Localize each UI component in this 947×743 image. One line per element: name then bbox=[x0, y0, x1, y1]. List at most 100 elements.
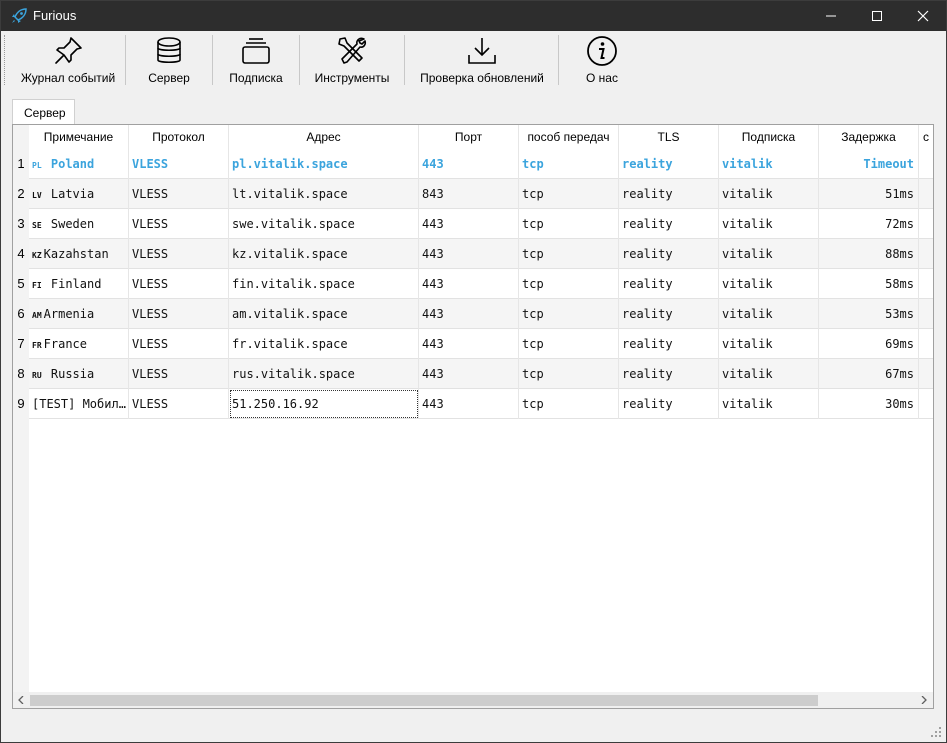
cell-tls[interactable]: reality bbox=[619, 209, 719, 239]
toolbar-button-event-log[interactable]: Журнал событий bbox=[13, 33, 123, 87]
cell-transport[interactable]: tcp bbox=[519, 329, 619, 359]
scroll-left-icon[interactable] bbox=[17, 696, 25, 704]
cell-note[interactable]: [TEST] Мобил… bbox=[29, 389, 129, 419]
resize-grip-icon[interactable] bbox=[930, 726, 942, 738]
cell-transport[interactable]: tcp bbox=[519, 389, 619, 419]
cell-address[interactable]: fin.vitalik.space bbox=[229, 269, 419, 299]
server-table[interactable]: Примечание Протокол Адрес Порт пособ пер… bbox=[12, 124, 934, 709]
cell-subscription[interactable]: vitalik bbox=[719, 149, 819, 179]
cell-tls[interactable]: reality bbox=[619, 389, 719, 419]
cell-note[interactable]: SE Sweden bbox=[29, 209, 129, 239]
column-header-tls[interactable]: TLS bbox=[619, 125, 719, 149]
row-number[interactable]: 6 bbox=[13, 299, 29, 329]
cell-tls[interactable]: reality bbox=[619, 299, 719, 329]
cell-protocol[interactable]: VLESS bbox=[129, 269, 229, 299]
cell-port[interactable]: 443 bbox=[419, 359, 519, 389]
table-row[interactable]: 8 RU Russia VLESS rus.vitalik.space 443 tcp re… bbox=[13, 359, 933, 389]
cell-port[interactable]: 843 bbox=[419, 179, 519, 209]
cell-protocol[interactable]: VLESS bbox=[129, 329, 229, 359]
table-row[interactable]: 4 KZ Kazahstan VLESS kz.vitalik.space 443 tcp r… bbox=[13, 239, 933, 269]
maximize-button[interactable] bbox=[854, 1, 900, 31]
column-header-transport[interactable]: пособ передач bbox=[519, 125, 619, 149]
cell-latency[interactable]: 88ms bbox=[819, 239, 919, 269]
row-number[interactable]: 3 bbox=[13, 209, 29, 239]
scrollbar-thumb[interactable] bbox=[30, 695, 818, 706]
cell-note[interactable]: PL Poland bbox=[29, 149, 129, 179]
cell-latency[interactable]: 69ms bbox=[819, 329, 919, 359]
cell-protocol[interactable]: VLESS bbox=[129, 179, 229, 209]
toolbar-grip[interactable] bbox=[4, 35, 7, 85]
cell-note[interactable]: RU Russia bbox=[29, 359, 129, 389]
toolbar-button-subscription[interactable]: Подписка bbox=[217, 33, 295, 87]
title-bar[interactable]: Furious bbox=[1, 1, 946, 31]
cell-port[interactable]: 443 bbox=[419, 269, 519, 299]
cell-port[interactable]: 443 bbox=[419, 329, 519, 359]
cell-address[interactable]: swe.vitalik.space bbox=[229, 209, 419, 239]
row-number[interactable]: 7 bbox=[13, 329, 29, 359]
column-header-latency[interactable]: Задержка bbox=[819, 125, 919, 149]
cell-protocol[interactable]: VLESS bbox=[129, 149, 229, 179]
cell-subscription[interactable]: vitalik bbox=[719, 389, 819, 419]
column-header-extra[interactable]: с bbox=[919, 125, 933, 149]
minimize-button[interactable] bbox=[808, 1, 854, 31]
cell-latency[interactable]: 72ms bbox=[819, 209, 919, 239]
column-header-address[interactable]: Адрес bbox=[229, 125, 419, 149]
table-row[interactable]: 3 SE Sweden VLESS swe.vitalik.space 443 tcp re… bbox=[13, 209, 933, 239]
cell-tls[interactable]: reality bbox=[619, 329, 719, 359]
cell-protocol[interactable]: VLESS bbox=[129, 389, 229, 419]
cell-subscription[interactable]: vitalik bbox=[719, 209, 819, 239]
table-row[interactable]: 1 PL Poland VLESS pl.vitalik.space 443 tcp rea… bbox=[13, 149, 933, 179]
cell-note[interactable]: FR France bbox=[29, 329, 129, 359]
cell-latency[interactable]: 58ms bbox=[819, 269, 919, 299]
cell-protocol[interactable]: VLESS bbox=[129, 299, 229, 329]
toolbar-button-server[interactable]: Сервер bbox=[131, 33, 207, 87]
column-header-note[interactable]: Примечание bbox=[29, 125, 129, 149]
cell-address[interactable]: lt.vitalik.space bbox=[229, 179, 419, 209]
cell-transport[interactable]: tcp bbox=[519, 209, 619, 239]
cell-transport[interactable]: tcp bbox=[519, 149, 619, 179]
cell-address[interactable]: rus.vitalik.space bbox=[229, 359, 419, 389]
toolbar-button-tools[interactable]: Инструменты bbox=[305, 33, 399, 87]
cell-subscription[interactable]: vitalik bbox=[719, 239, 819, 269]
row-number[interactable]: 2 bbox=[13, 179, 29, 209]
cell-subscription[interactable]: vitalik bbox=[719, 329, 819, 359]
close-button[interactable] bbox=[900, 1, 946, 31]
cell-transport[interactable]: tcp bbox=[519, 269, 619, 299]
table-row[interactable]: 6 AM Armenia VLESS am.vitalik.space 443 tcp rea… bbox=[13, 299, 933, 329]
cell-protocol[interactable]: VLESS bbox=[129, 359, 229, 389]
cell-tls[interactable]: reality bbox=[619, 269, 719, 299]
cell-latency[interactable]: 30ms bbox=[819, 389, 919, 419]
cell-note[interactable]: FI Finland bbox=[29, 269, 129, 299]
toolbar-button-check-updates[interactable]: Проверка обновлений bbox=[411, 33, 553, 87]
row-number[interactable]: 8 bbox=[13, 359, 29, 389]
tab-server[interactable]: Сервер bbox=[12, 99, 75, 124]
column-header-port[interactable]: Порт bbox=[419, 125, 519, 149]
cell-latency[interactable]: Timeout bbox=[819, 149, 919, 179]
cell-port[interactable]: 443 bbox=[419, 149, 519, 179]
column-header-subscription[interactable]: Подписка bbox=[719, 125, 819, 149]
table-row[interactable]: 7 FR France VLESS fr.vitalik.space 443 tcp real… bbox=[13, 329, 933, 359]
cell-latency[interactable]: 53ms bbox=[819, 299, 919, 329]
cell-address[interactable]: fr.vitalik.space bbox=[229, 329, 419, 359]
toolbar-button-about[interactable]: О нас bbox=[563, 33, 641, 87]
row-number[interactable]: 9 bbox=[13, 389, 29, 419]
cell-subscription[interactable]: vitalik bbox=[719, 299, 819, 329]
cell-port[interactable]: 443 bbox=[419, 209, 519, 239]
cell-tls[interactable]: reality bbox=[619, 149, 719, 179]
table-row[interactable]: 2 LV Latvia VLESS lt.vitalik.space 843 tcp rea… bbox=[13, 179, 933, 209]
cell-transport[interactable]: tcp bbox=[519, 299, 619, 329]
cell-tls[interactable]: reality bbox=[619, 239, 719, 269]
table-row[interactable]: 5 FI Finland VLESS fin.vitalik.space 443 tcp r… bbox=[13, 269, 933, 299]
cell-protocol[interactable]: VLESS bbox=[129, 239, 229, 269]
cell-address[interactable]: pl.vitalik.space bbox=[229, 149, 419, 179]
row-number[interactable]: 1 bbox=[13, 149, 29, 179]
table-row[interactable]: 9 [TEST] Мобил… VLESS 51.250.16.92 443 tcp rea… bbox=[13, 389, 933, 419]
cell-latency[interactable]: 67ms bbox=[819, 359, 919, 389]
cell-protocol[interactable]: VLESS bbox=[129, 209, 229, 239]
cell-note[interactable]: LV Latvia bbox=[29, 179, 129, 209]
cell-address[interactable]: kz.vitalik.space bbox=[229, 239, 419, 269]
scroll-right-icon[interactable] bbox=[920, 696, 928, 704]
cell-tls[interactable]: reality bbox=[619, 359, 719, 389]
cell-transport[interactable]: tcp bbox=[519, 239, 619, 269]
cell-port[interactable]: 443 bbox=[419, 299, 519, 329]
